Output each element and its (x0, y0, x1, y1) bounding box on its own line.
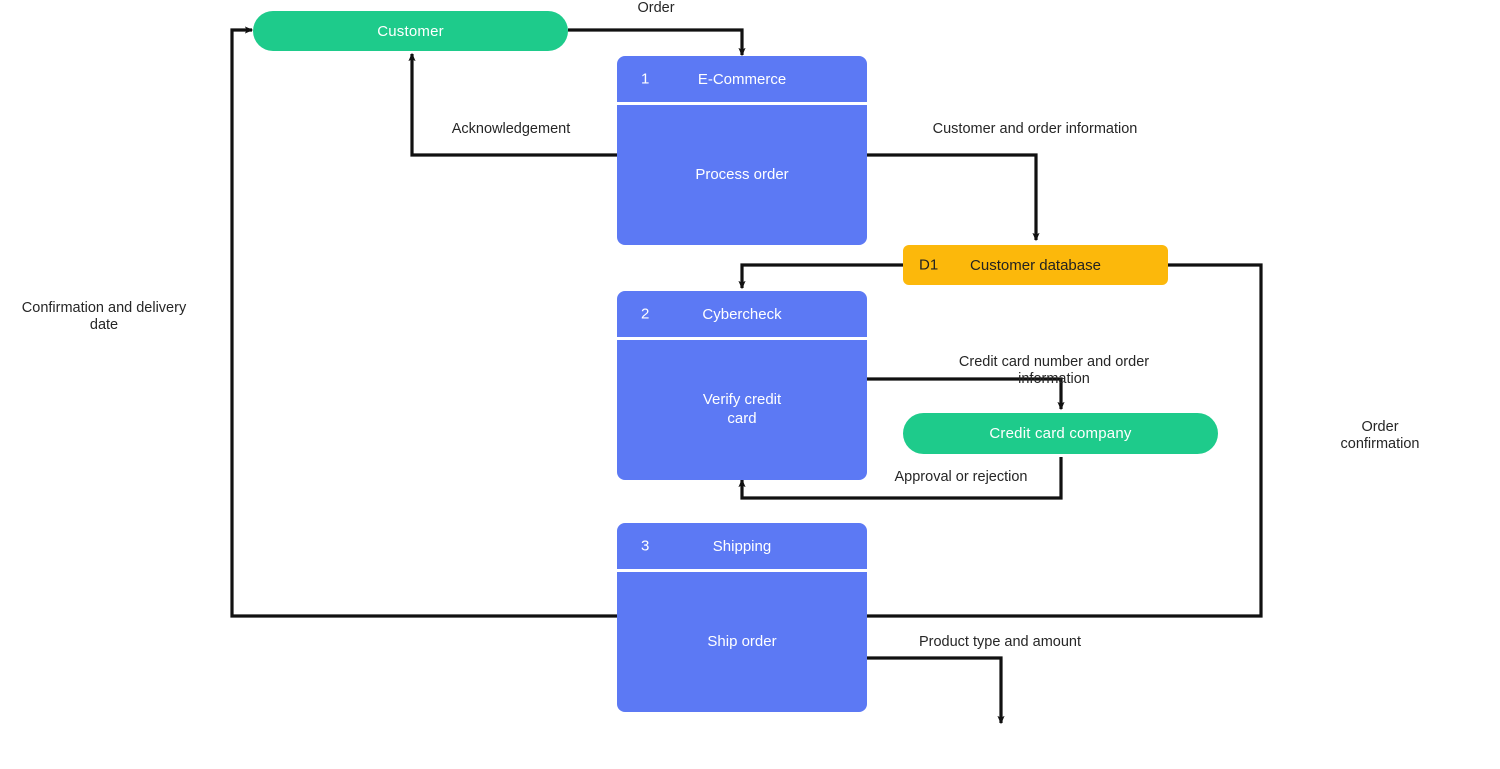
flow-label-product-type-and-amount: Product type and amount (918, 634, 1082, 650)
flow-line-d1-to-cybercheck (738, 263, 903, 290)
data-store-d1-label: Customer database (970, 256, 1101, 274)
process-shipping[interactable]: 3 Shipping Ship order (617, 523, 867, 712)
process-cybercheck-title: Cybercheck (702, 305, 782, 323)
flow-label-order: Order (637, 0, 675, 16)
process-shipping-body: Ship order (707, 632, 777, 650)
flow-label-confirmation-and-delivery-date: Confirmation and delivery date (21, 300, 187, 334)
flow-label-order-confirmation: Order confirmation (1340, 419, 1420, 453)
flow-label-approval-or-rejection: Approval or rejection (894, 469, 1028, 485)
process-ecommerce-title: E-Commerce (697, 70, 787, 88)
process-cybercheck-header: 2 Cybercheck (617, 291, 867, 340)
entity-credit-card-company[interactable]: Credit card company (903, 413, 1218, 454)
flow-line-confirmation-and-delivery-date (230, 26, 617, 618)
process-cybercheck[interactable]: 2 Cybercheck Verify credit card (617, 291, 867, 480)
process-ecommerce-number: 1 (641, 70, 650, 88)
entity-customer-label: Customer (377, 22, 444, 40)
process-cybercheck-number: 2 (641, 305, 650, 323)
process-shipping-header: 3 Shipping (617, 523, 867, 572)
flow-line-customer-and-order-information (867, 153, 1040, 242)
process-ecommerce[interactable]: 1 E-Commerce Process order (617, 56, 867, 245)
process-ecommerce-body: Process order (695, 165, 789, 183)
flow-label-acknowledgement: Acknowledgement (451, 121, 571, 137)
flow-label-customer-and-order-information: Customer and order information (932, 121, 1138, 137)
flow-line-acknowledgement (408, 52, 617, 157)
process-shipping-number: 3 (641, 537, 650, 555)
flow-line-order (568, 28, 746, 57)
process-ecommerce-header: 1 E-Commerce (617, 56, 867, 105)
process-shipping-title: Shipping (712, 537, 772, 555)
process-cybercheck-body: Verify credit card (702, 391, 782, 427)
entity-credit-card-company-label: Credit card company (989, 425, 1132, 442)
data-store-d1-code: D1 (919, 256, 939, 274)
flow-label-credit-card-number-and-order-information: Credit card number and order information (958, 354, 1150, 388)
diagram-canvas: Customer 1 E-Commerce Process order D1 C… (0, 0, 1500, 769)
data-store-customer-database[interactable]: D1 Customer database (903, 245, 1168, 285)
entity-customer[interactable]: Customer (253, 11, 568, 51)
